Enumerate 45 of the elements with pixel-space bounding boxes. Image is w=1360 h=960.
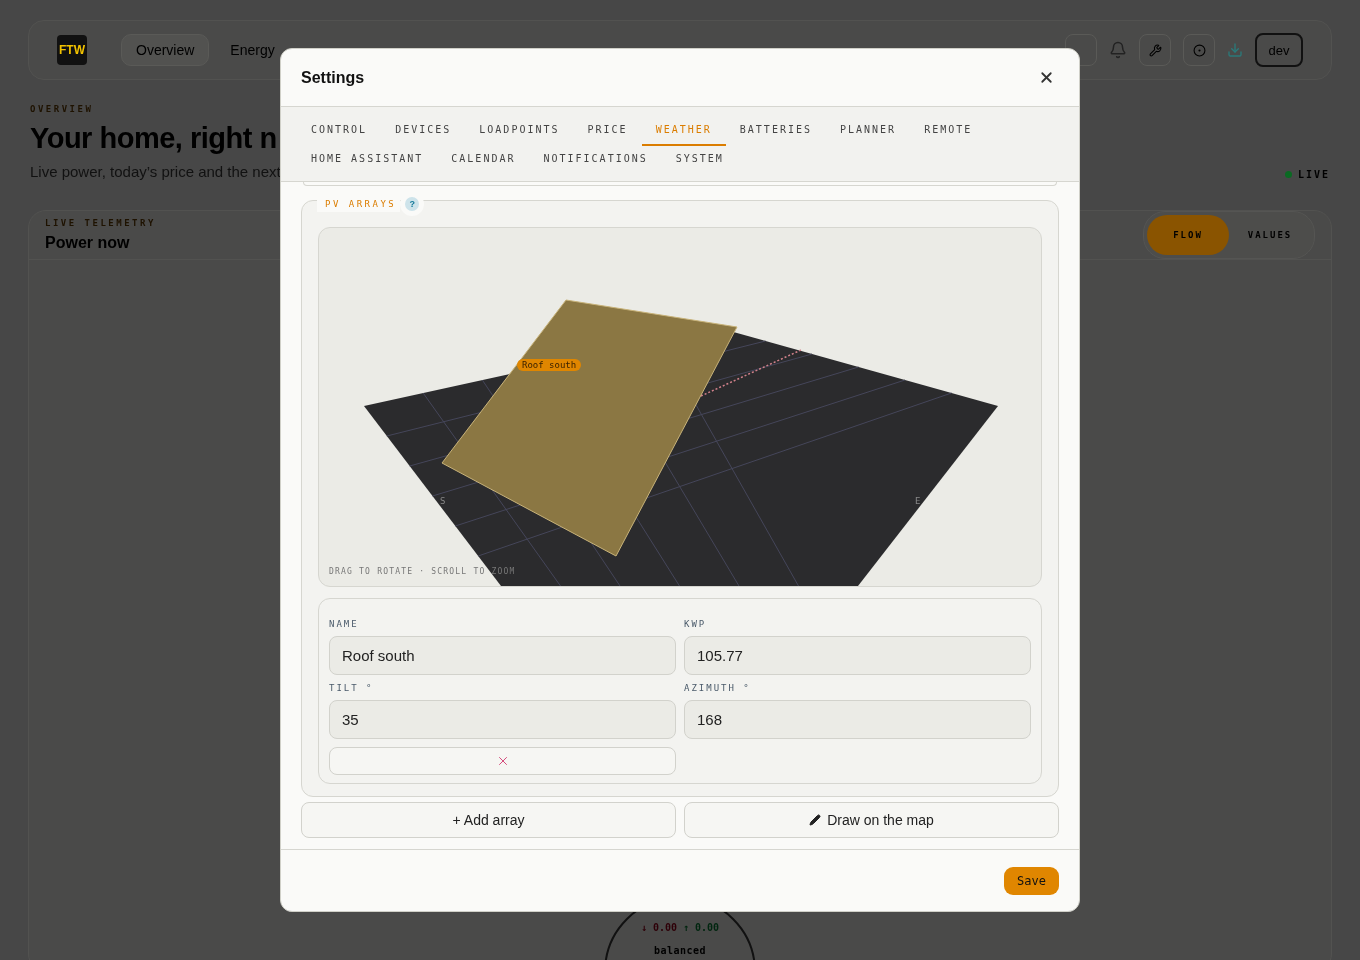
card-eyebrow: LIVE TELEMETRY — [45, 218, 156, 228]
dialog-title: Settings — [301, 68, 365, 87]
settings-tab[interactable]: CONTROL — [297, 119, 382, 146]
add-array-button[interactable]: + Add array — [301, 802, 676, 838]
settings-tab[interactable]: DEVICES — [381, 119, 466, 146]
logo: FTW — [57, 35, 87, 65]
settings-tab[interactable]: PLANNER — [826, 119, 911, 146]
card-title: Power now — [45, 234, 131, 252]
array-label: Roof south — [517, 359, 582, 371]
section-eyebrow: OVERVIEW — [30, 104, 95, 114]
import-reading: ↓ 0.00 — [640, 922, 677, 933]
live-dot — [1284, 171, 1292, 178]
target-icon — [1192, 43, 1206, 57]
export-reading: ↑ 0.00 — [683, 922, 720, 933]
settings-tab[interactable]: HOME ASSISTANT — [297, 148, 438, 175]
compass-label: E — [915, 496, 921, 506]
draw-map-button[interactable]: Draw on the map — [684, 802, 1059, 838]
settings-tab[interactable]: LOADPOINTS — [465, 119, 574, 146]
wrench-icon — [1148, 43, 1162, 57]
download-icon[interactable] — [1227, 42, 1243, 58]
field-label: AZIMUTH ° — [684, 683, 752, 693]
field-label: NAME — [329, 619, 360, 629]
settings-tab[interactable]: SYSTEM — [661, 148, 738, 175]
save-button[interactable]: Save — [1004, 866, 1059, 895]
target-button[interactable] — [1183, 34, 1215, 66]
pencil-icon — [809, 814, 822, 826]
input-field[interactable]: 168 — [684, 700, 1031, 739]
wrench-button[interactable] — [1139, 34, 1171, 66]
page-title: Your home, right n — [30, 122, 278, 155]
input-field[interactable]: 105.77 — [684, 636, 1031, 675]
input-field[interactable]: 35 — [329, 700, 676, 739]
input-field[interactable]: Roof south — [329, 636, 676, 675]
field-label: KWP — [684, 619, 708, 629]
live-status: LIVE — [1297, 169, 1330, 180]
field-label: TILT ° — [329, 683, 375, 693]
viewer-hint: DRAG TO ROTATE · SCROLL TO ZOOM — [329, 567, 516, 576]
settings-tab[interactable]: PRICE — [573, 119, 642, 146]
settings-tab[interactable]: BATTERIES — [725, 119, 826, 146]
settings-tab[interactable]: NOTIFICATIONS — [529, 148, 662, 175]
balance-status: balanced — [653, 945, 707, 956]
array-viewer[interactable]: Roof south S E DRAG TO ROTATE · SCROLL TO ZOOM — [318, 227, 1042, 587]
bell-icon[interactable] — [1109, 41, 1127, 59]
settings-tab[interactable]: REMOTE — [910, 119, 987, 146]
compass-label: S — [440, 496, 446, 506]
settings-tab[interactable]: CALENDAR — [437, 148, 530, 175]
